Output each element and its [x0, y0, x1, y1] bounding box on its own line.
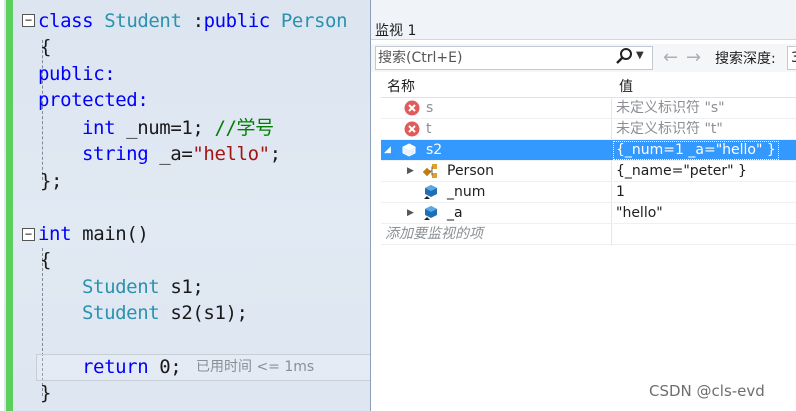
watch-row-name: s2 — [426, 142, 443, 158]
grid-header: 名称 值 — [381, 76, 796, 98]
watch-row-value: "hello" — [616, 205, 663, 221]
add-watch-input[interactable]: 添加要监视的项 — [385, 224, 483, 244]
base-class-icon — [423, 164, 437, 178]
column-header-value[interactable]: 值 — [619, 76, 633, 98]
column-header-name[interactable]: 名称 — [387, 76, 415, 98]
keyword: int — [38, 223, 72, 245]
punctuation: ; — [269, 143, 281, 165]
statement: 0; — [148, 356, 182, 378]
watch-row[interactable]: t 未定义标识符 "t" — [381, 119, 796, 140]
watch-row-value: 1 — [616, 184, 625, 200]
code-line-7: }; — [40, 170, 63, 192]
add-watch-row[interactable]: 添加要监视的项 — [381, 224, 796, 245]
statement: s1; — [159, 276, 204, 298]
watch-row[interactable]: s 未定义标识符 "s" — [381, 98, 796, 119]
watch-row-name: s — [426, 100, 434, 116]
watch-row[interactable]: _num 1 — [381, 182, 796, 203]
code-line-6: string _a="hello"; — [82, 141, 281, 167]
watch-row[interactable]: ▶ Person {_name="peter" } — [381, 161, 796, 182]
watch-grid: 名称 值 s 未定义标识符 "s" t 未定义标识符 "t" ◢ s2 {_nu… — [381, 76, 796, 246]
error-icon — [404, 121, 420, 137]
code-line-11: Student s2(s1); — [82, 300, 248, 326]
protected-field-icon — [424, 185, 437, 199]
protected-field-icon — [424, 206, 437, 220]
watch-row-value: {_num=1 _a="hello" } — [613, 141, 779, 160]
perf-tip[interactable]: 已用时间 <= 1ms — [196, 357, 314, 377]
object-icon — [402, 143, 416, 157]
keyword: int — [82, 117, 116, 139]
watch-row-name: _num — [447, 184, 486, 200]
type-name: Student — [82, 302, 160, 324]
code-line-4: protected: — [38, 89, 149, 111]
punctuation: : — [192, 10, 204, 32]
keyword: return — [82, 356, 149, 378]
keyword: class — [38, 10, 94, 32]
code-line-10: Student s1; — [82, 274, 204, 300]
search-previous-icon[interactable]: ← — [663, 46, 678, 70]
search-next-icon[interactable]: → — [686, 46, 701, 70]
watch-toolbar: 搜索(Ctrl+E) ▼ ← → 搜索深度: 3 — [371, 44, 796, 72]
keyword: public — [203, 10, 271, 32]
class-name: Student — [93, 10, 193, 32]
code-line-2: { — [40, 36, 52, 58]
watch-window: 监视 1 搜索(Ctrl+E) ▼ ← → 搜索深度: 3 名称 值 s 未定义… — [370, 0, 796, 411]
watch-row-value: 未定义标识符 "s" — [616, 100, 725, 116]
search-depth-input[interactable]: 3 — [787, 46, 796, 70]
comment: //学号 — [214, 117, 274, 139]
watch-row[interactable]: ▶ _a "hello" — [381, 203, 796, 224]
search-icon[interactable] — [614, 46, 634, 66]
expand-arrow-icon[interactable]: ▶ — [407, 203, 414, 223]
code-line-5: int _num=1; //学号 — [82, 115, 274, 141]
watch-row-selected[interactable]: ◢ s2 {_num=1 _a="hello" } — [381, 140, 796, 161]
watch-window-title[interactable]: 监视 1 — [371, 0, 796, 40]
code-line-13: } — [40, 382, 52, 404]
declaration: _num=1; — [115, 117, 215, 139]
watermark: CSDN @cls-evd — [649, 382, 765, 400]
code-line-8: int main() — [38, 221, 149, 247]
code-editor[interactable]: − − class Student :public Person { publi… — [0, 0, 372, 411]
watch-row-name: _a — [447, 205, 463, 221]
collapse-class-icon[interactable]: − — [22, 14, 35, 27]
collapse-main-icon[interactable]: − — [22, 228, 35, 241]
keyword: string — [82, 143, 149, 165]
search-input[interactable]: 搜索(Ctrl+E) — [375, 46, 653, 70]
watch-row-name: Person — [447, 163, 495, 179]
collapse-arrow-icon[interactable]: ◢ — [384, 140, 391, 160]
code-line-1: class Student :public Person — [38, 8, 348, 34]
string-literal: "hello" — [192, 143, 270, 165]
function-signature: main() — [71, 223, 149, 245]
error-icon — [404, 100, 420, 116]
class-name: Person — [269, 10, 348, 32]
declaration: _a= — [148, 143, 193, 165]
search-options-caret-icon[interactable]: ▼ — [636, 45, 644, 67]
editor-margin — [0, 0, 4, 411]
code-line-3: public: — [38, 63, 116, 85]
watch-row-value: {_name="peter" } — [616, 163, 747, 179]
code-line-9: { — [40, 249, 52, 271]
type-name: Student — [82, 276, 160, 298]
change-tracking-bar — [6, 0, 13, 411]
watch-row-name: t — [426, 121, 432, 137]
watch-row-value: 未定义标识符 "t" — [616, 121, 723, 137]
statement: s2(s1); — [159, 302, 248, 324]
expand-arrow-icon[interactable]: ▶ — [407, 161, 414, 181]
code-line-12: return 0; — [82, 354, 182, 380]
search-depth-label: 搜索深度: — [715, 51, 776, 67]
